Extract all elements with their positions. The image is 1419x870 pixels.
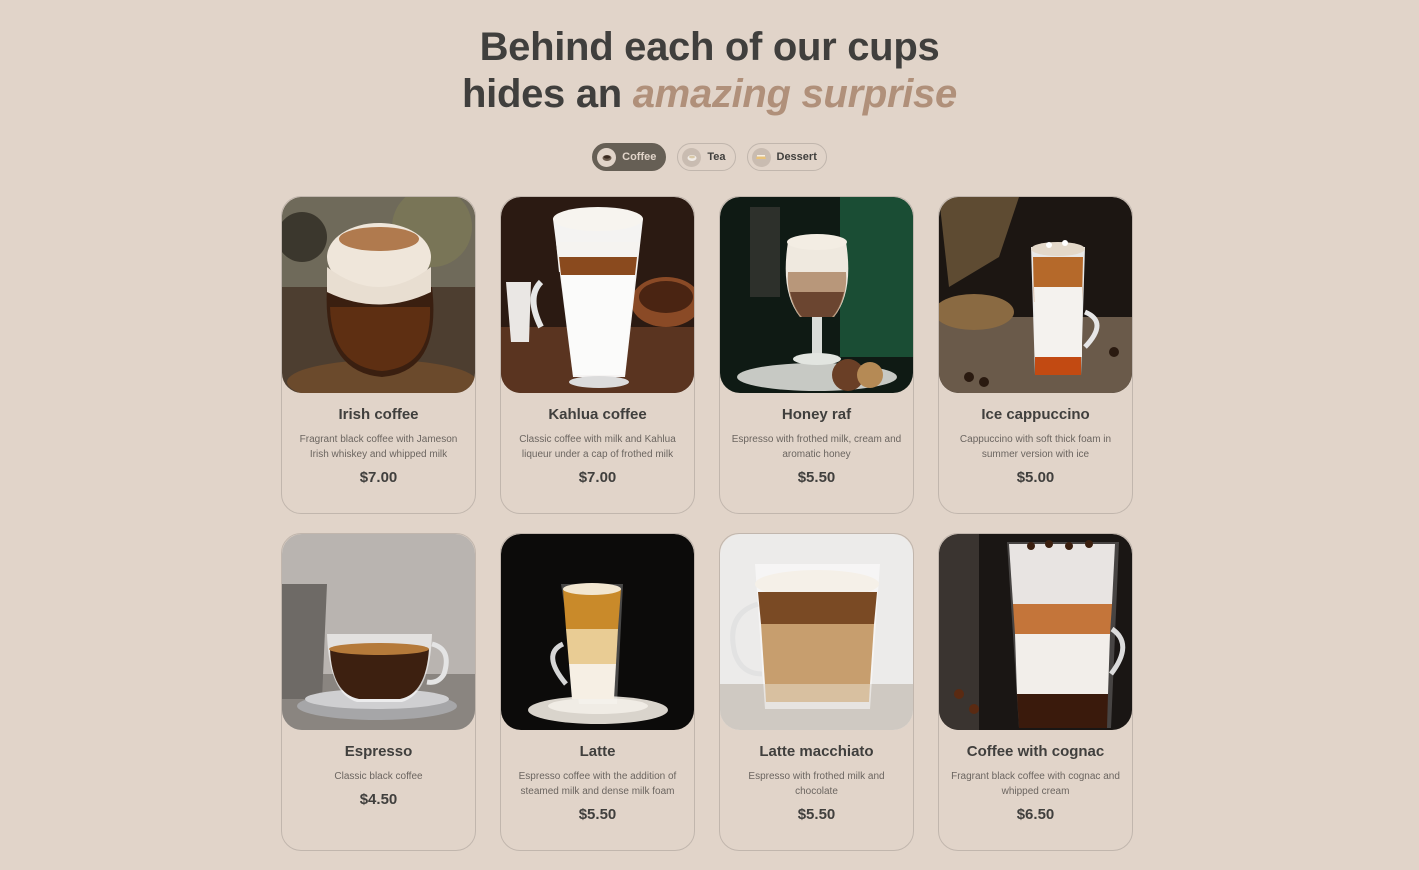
dessert-icon <box>751 147 771 167</box>
latte-photo <box>501 534 694 730</box>
title-accent: amazing surprise <box>632 72 958 116</box>
product-card[interactable]: Latte Espresso coffee with the addition … <box>500 533 695 851</box>
product-name: Coffee with cognac <box>966 743 1105 760</box>
product-description: Espresso with frothed milk, cream and ar… <box>731 434 902 460</box>
product-card[interactable]: Irish coffee Fragrant black coffee with … <box>281 196 476 514</box>
title-line-2-prefix: hides an <box>462 72 622 116</box>
product-price: $5.50 <box>797 806 836 823</box>
tab-coffee-label: Coffee <box>622 151 657 163</box>
tea-cup-icon <box>682 147 702 167</box>
product-name: Irish coffee <box>338 406 419 423</box>
product-description: Classic coffee with milk and Kahlua liqu… <box>519 434 676 460</box>
product-card[interactable]: Coffee with cognac Fragrant black coffee… <box>938 533 1133 851</box>
product-price: $5.50 <box>578 806 617 823</box>
tab-dessert[interactable]: Dessert <box>746 143 827 171</box>
tab-dessert-label: Dessert <box>776 151 817 163</box>
page-title: Behind each of our cups hides an amazing… <box>0 24 1419 118</box>
tab-tea-label: Tea <box>707 151 726 163</box>
irish-coffee-photo <box>282 197 475 393</box>
product-name: Ice cappuccino <box>981 406 1090 423</box>
kahlua-coffee-photo <box>501 197 694 393</box>
product-name: Espresso <box>344 743 413 760</box>
product-card[interactable]: Latte macchiato Espresso with frothed mi… <box>719 533 914 851</box>
product-name: Latte macchiato <box>759 743 874 760</box>
product-price: $7.00 <box>359 469 398 486</box>
product-price: $6.50 <box>1016 806 1055 823</box>
product-card[interactable]: Espresso Classic black coffee $4.50 <box>281 533 476 851</box>
product-name: Kahlua coffee <box>548 406 647 423</box>
product-description: Espresso coffee with the addition of ste… <box>518 771 677 797</box>
product-description: Cappuccino with soft thick foam in summe… <box>959 434 1112 460</box>
product-price: $7.00 <box>578 469 617 486</box>
product-price: $5.00 <box>1016 469 1055 486</box>
espresso-photo <box>282 534 475 730</box>
product-card[interactable]: Ice cappuccino Cappuccino with soft thic… <box>938 196 1133 514</box>
product-description: Fragrant black coffee with cognac and wh… <box>951 771 1120 797</box>
latte-macchiato-photo <box>720 534 913 730</box>
product-name: Honey raf <box>781 406 852 423</box>
product-price: $5.50 <box>797 469 836 486</box>
product-card[interactable]: Honey raf Espresso with frothed milk, cr… <box>719 196 914 514</box>
title-line-1: Behind each of our cups <box>479 25 940 69</box>
product-description: Fragrant black coffee with Jameson Irish… <box>299 434 458 460</box>
menu-page: Behind each of our cups hides an amazing… <box>0 0 1419 870</box>
honey-raf-photo <box>720 197 913 393</box>
coffee-cup-icon <box>597 147 617 167</box>
ice-cappuccino-photo <box>939 197 1132 393</box>
product-description: Espresso with frothed milk and chocolate <box>748 771 885 797</box>
product-card[interactable]: Kahlua coffee Classic coffee with milk a… <box>500 196 695 514</box>
product-name: Latte <box>579 743 616 760</box>
product-grid: Irish coffee Fragrant black coffee with … <box>281 196 1133 851</box>
product-description: Classic black coffee <box>334 771 423 782</box>
tab-tea[interactable]: Tea <box>677 143 736 171</box>
product-price: $4.50 <box>359 791 398 808</box>
category-tabs: Coffee Tea Dessert <box>0 143 1419 171</box>
coffee-with-cognac-photo <box>939 534 1132 730</box>
tab-coffee[interactable]: Coffee <box>592 143 667 171</box>
